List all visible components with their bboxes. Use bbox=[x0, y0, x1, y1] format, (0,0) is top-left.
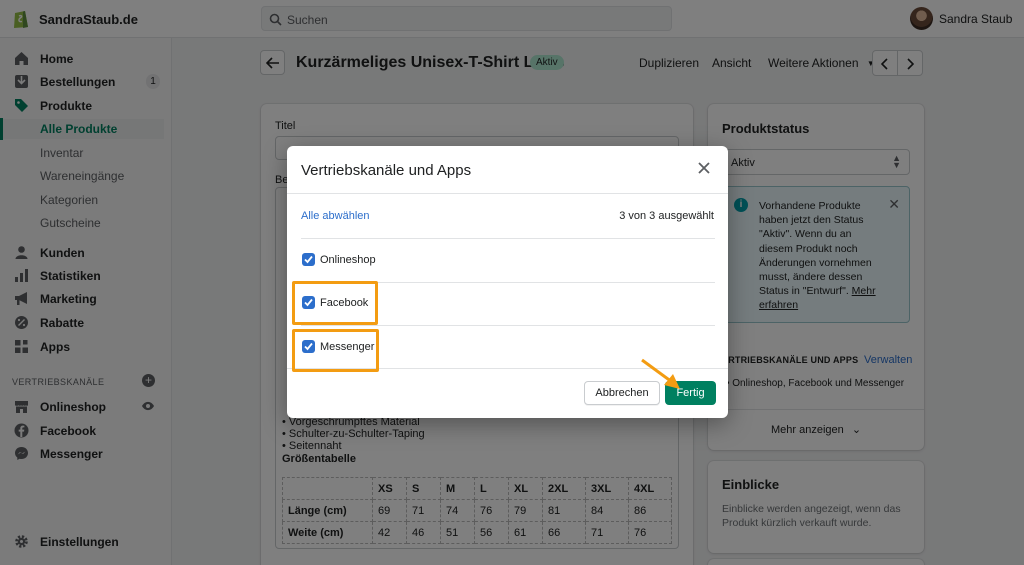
checkmark-icon bbox=[304, 255, 313, 264]
deselect-all-link[interactable]: Alle abwählen bbox=[301, 210, 370, 222]
channel-label: Onlineshop bbox=[320, 254, 376, 266]
close-icon[interactable] bbox=[697, 161, 711, 175]
pointer-arrow-icon bbox=[641, 358, 680, 389]
divider bbox=[301, 325, 715, 326]
checkbox[interactable] bbox=[302, 253, 315, 266]
modal-title: Vertriebskanäle und Apps bbox=[301, 162, 472, 179]
highlight-messenger bbox=[292, 329, 379, 372]
divider bbox=[287, 193, 728, 194]
highlight-facebook bbox=[292, 281, 378, 325]
divider bbox=[301, 238, 715, 239]
selected-count: 3 von 3 ausgewählt bbox=[619, 210, 714, 222]
